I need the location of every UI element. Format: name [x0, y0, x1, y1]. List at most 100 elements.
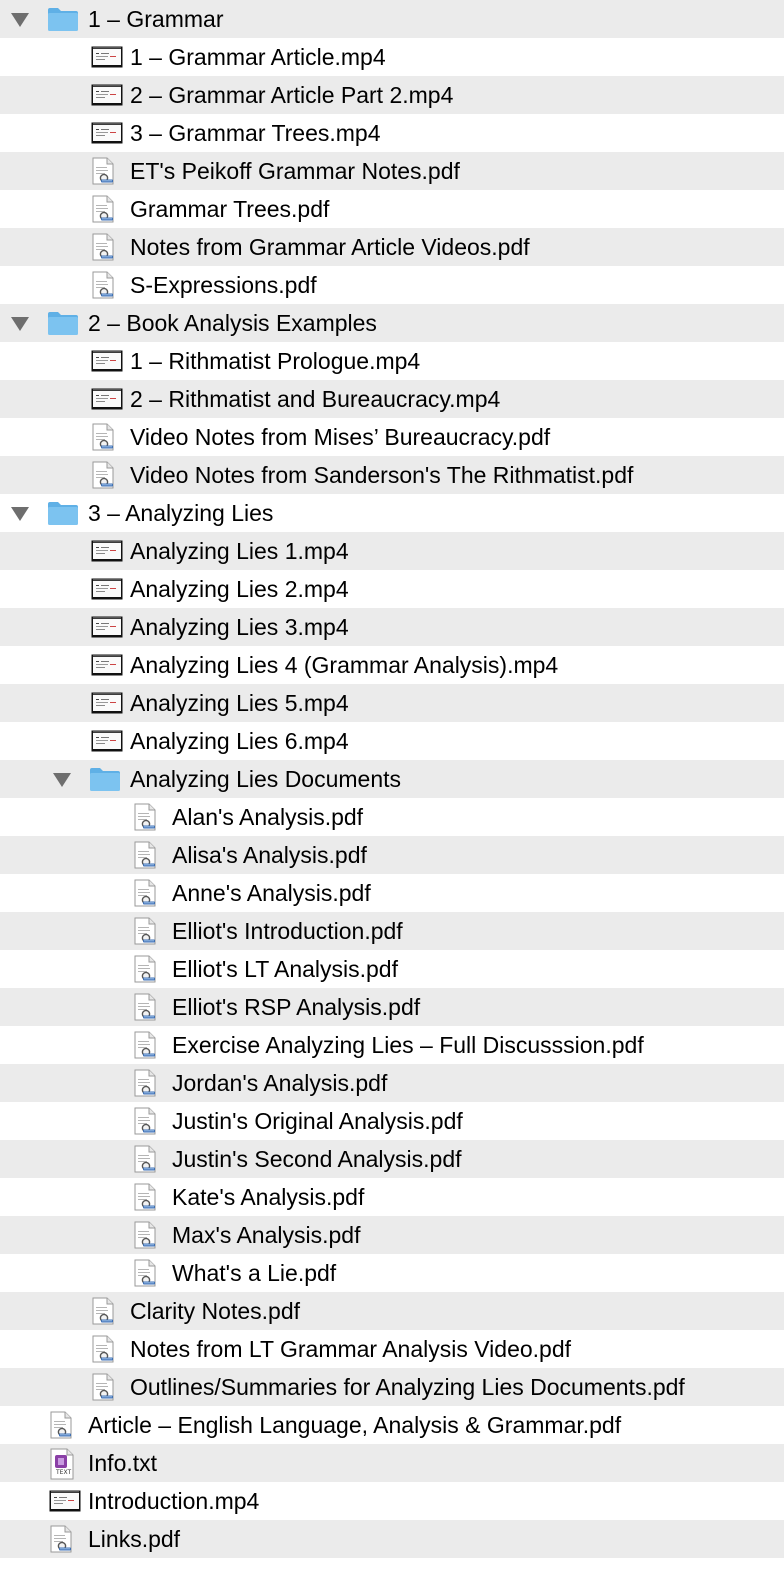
disclosure-triangle-expanded-icon[interactable]	[51, 769, 73, 791]
file-name: Exercise Analyzing Lies – Full Discusssi…	[172, 1032, 644, 1058]
file-row-2-rithmatist-and-bureaucracy-mp4[interactable]: 2 – Rithmatist and Bureaucracy.mp4	[0, 380, 784, 418]
file-name: Video Notes from Sanderson's The Rithmat…	[130, 462, 634, 488]
pdf-file-icon	[91, 157, 115, 191]
file-name: Anne's Analysis.pdf	[172, 880, 371, 906]
file-row-analyzing-lies-4-grammar-analysis-mp4[interactable]: Analyzing Lies 4 (Grammar Analysis).mp4	[0, 646, 784, 684]
file-name: 1 – Rithmatist Prologue.mp4	[130, 348, 421, 374]
file-row-exercise-analyzing-lies-full-discusssion-pdf[interactable]: Exercise Analyzing Lies – Full Discusssi…	[0, 1026, 784, 1064]
pdf-file-icon	[133, 955, 157, 989]
file-row-analyzing-lies-2-mp4[interactable]: Analyzing Lies 2.mp4	[0, 570, 784, 608]
pdf-file-icon	[91, 423, 115, 457]
file-name: Kate's Analysis.pdf	[172, 1184, 365, 1210]
pdf-file-icon	[91, 1335, 115, 1369]
folder-row-analyzing-lies-documents[interactable]: Analyzing Lies Documents	[0, 760, 784, 798]
video-file-icon	[91, 388, 123, 416]
file-name: Grammar Trees.pdf	[130, 196, 330, 222]
pdf-file-icon	[91, 461, 115, 495]
file-name: Info.txt	[88, 1450, 158, 1476]
text-file-icon-caption: TEXT	[56, 1469, 72, 1476]
file-row-1-grammar-article-mp4[interactable]: 1 – Grammar Article.mp4	[0, 38, 784, 76]
pdf-file-icon	[49, 1525, 73, 1559]
file-row-introduction-mp4[interactable]: Introduction.mp4	[0, 1482, 784, 1520]
file-row-grammar-trees-pdf[interactable]: Grammar Trees.pdf	[0, 190, 784, 228]
file-row-jordan-s-analysis-pdf[interactable]: Jordan's Analysis.pdf	[0, 1064, 784, 1102]
folder-icon	[89, 766, 121, 798]
file-row-1-rithmatist-prologue-mp4[interactable]: 1 – Rithmatist Prologue.mp4	[0, 342, 784, 380]
file-name: 2 – Rithmatist and Bureaucracy.mp4	[130, 386, 501, 412]
pdf-file-icon	[133, 841, 157, 875]
file-row-max-s-analysis-pdf[interactable]: Max's Analysis.pdf	[0, 1216, 784, 1254]
video-file-icon	[91, 122, 123, 150]
disclosure-triangle-expanded-icon[interactable]	[9, 313, 31, 335]
video-file-icon	[91, 654, 123, 682]
file-name: S-Expressions.pdf	[130, 272, 317, 298]
pdf-file-icon	[133, 1031, 157, 1065]
pdf-file-icon	[133, 879, 157, 913]
file-name: Notes from LT Grammar Analysis Video.pdf	[130, 1336, 572, 1362]
file-row-analyzing-lies-6-mp4[interactable]: Analyzing Lies 6.mp4	[0, 722, 784, 760]
file-name: Analyzing Lies 4 (Grammar Analysis).mp4	[130, 652, 559, 678]
video-file-icon	[49, 1490, 81, 1518]
file-name: Justin's Second Analysis.pdf	[172, 1146, 462, 1172]
file-row-alan-s-analysis-pdf[interactable]: Alan's Analysis.pdf	[0, 798, 784, 836]
folder-name: 1 – Grammar	[88, 6, 224, 32]
file-row-notes-from-grammar-article-videos-pdf[interactable]: Notes from Grammar Article Videos.pdf	[0, 228, 784, 266]
file-row-justin-s-second-analysis-pdf[interactable]: Justin's Second Analysis.pdf	[0, 1140, 784, 1178]
file-name: Article – English Language, Analysis & G…	[88, 1412, 622, 1438]
folder-icon	[47, 6, 79, 38]
pdf-file-icon	[133, 1183, 157, 1217]
folder-row-3-analyzing-lies[interactable]: 3 – Analyzing Lies	[0, 494, 784, 532]
file-row-s-expressions-pdf[interactable]: S-Expressions.pdf	[0, 266, 784, 304]
file-row-analyzing-lies-5-mp4[interactable]: Analyzing Lies 5.mp4	[0, 684, 784, 722]
file-row-clarity-notes-pdf[interactable]: Clarity Notes.pdf	[0, 1292, 784, 1330]
pdf-file-icon	[133, 993, 157, 1027]
pdf-file-icon	[133, 1107, 157, 1141]
file-row-elliot-s-rsp-analysis-pdf[interactable]: Elliot's RSP Analysis.pdf	[0, 988, 784, 1026]
pdf-file-icon	[91, 1373, 115, 1407]
file-row-video-notes-from-sanderson-s-the-rithmatist-pdf[interactable]: Video Notes from Sanderson's The Rithmat…	[0, 456, 784, 494]
file-name: Notes from Grammar Article Videos.pdf	[130, 234, 530, 260]
text-file-icon: TEXT	[49, 1448, 75, 1486]
folder-icon	[47, 500, 79, 532]
file-row-info-txt[interactable]: TEXT Info.txt	[0, 1444, 784, 1482]
file-row-2-grammar-article-part-2-mp4[interactable]: 2 – Grammar Article Part 2.mp4	[0, 76, 784, 114]
file-row-what-s-a-lie-pdf[interactable]: What's a Lie.pdf	[0, 1254, 784, 1292]
file-row-et-s-peikoff-grammar-notes-pdf[interactable]: ET's Peikoff Grammar Notes.pdf	[0, 152, 784, 190]
file-row-elliot-s-lt-analysis-pdf[interactable]: Elliot's LT Analysis.pdf	[0, 950, 784, 988]
file-name: Analyzing Lies 1.mp4	[130, 538, 349, 564]
file-row-article-english-language-analysis-grammar-pdf[interactable]: Article – English Language, Analysis & G…	[0, 1406, 784, 1444]
disclosure-triangle-expanded-icon[interactable]	[9, 9, 31, 31]
file-row-elliot-s-introduction-pdf[interactable]: Elliot's Introduction.pdf	[0, 912, 784, 950]
file-name: ET's Peikoff Grammar Notes.pdf	[130, 158, 460, 184]
file-name: Outlines/Summaries for Analyzing Lies Do…	[130, 1374, 685, 1400]
pdf-file-icon	[133, 1069, 157, 1103]
folder-row-2-book-analysis-examples[interactable]: 2 – Book Analysis Examples	[0, 304, 784, 342]
file-name: Links.pdf	[88, 1526, 181, 1552]
file-row-notes-from-lt-grammar-analysis-video-pdf[interactable]: Notes from LT Grammar Analysis Video.pdf	[0, 1330, 784, 1368]
pdf-file-icon	[133, 1259, 157, 1293]
file-name: Elliot's RSP Analysis.pdf	[172, 994, 421, 1020]
file-name: Alisa's Analysis.pdf	[172, 842, 367, 868]
file-name: Elliot's LT Analysis.pdf	[172, 956, 398, 982]
file-name: What's a Lie.pdf	[172, 1260, 337, 1286]
folder-name: Analyzing Lies Documents	[130, 766, 402, 792]
file-row-alisa-s-analysis-pdf[interactable]: Alisa's Analysis.pdf	[0, 836, 784, 874]
file-tree: 1 – Grammar 1 – Grammar Article.mp4 2 – …	[0, 0, 784, 1558]
file-name: Clarity Notes.pdf	[130, 1298, 301, 1324]
file-row-justin-s-original-analysis-pdf[interactable]: Justin's Original Analysis.pdf	[0, 1102, 784, 1140]
file-row-links-pdf[interactable]: Links.pdf	[0, 1520, 784, 1558]
file-row-3-grammar-trees-mp4[interactable]: 3 – Grammar Trees.mp4	[0, 114, 784, 152]
folder-row-1-grammar[interactable]: 1 – Grammar	[0, 0, 784, 38]
file-row-kate-s-analysis-pdf[interactable]: Kate's Analysis.pdf	[0, 1178, 784, 1216]
file-row-video-notes-from-mises-bureaucracy-pdf[interactable]: Video Notes from Mises’ Bureaucracy.pdf	[0, 418, 784, 456]
file-name: Introduction.mp4	[88, 1488, 260, 1514]
file-row-analyzing-lies-3-mp4[interactable]: Analyzing Lies 3.mp4	[0, 608, 784, 646]
file-row-anne-s-analysis-pdf[interactable]: Anne's Analysis.pdf	[0, 874, 784, 912]
disclosure-triangle-expanded-icon[interactable]	[9, 503, 31, 525]
file-row-analyzing-lies-1-mp4[interactable]: Analyzing Lies 1.mp4	[0, 532, 784, 570]
pdf-file-icon	[91, 233, 115, 267]
file-name: Analyzing Lies 5.mp4	[130, 690, 349, 716]
video-file-icon	[91, 730, 123, 758]
file-row-outlines-summaries-for-analyzing-lies-documents-pdf[interactable]: Outlines/Summaries for Analyzing Lies Do…	[0, 1368, 784, 1406]
folder-name: 3 – Analyzing Lies	[88, 500, 274, 526]
